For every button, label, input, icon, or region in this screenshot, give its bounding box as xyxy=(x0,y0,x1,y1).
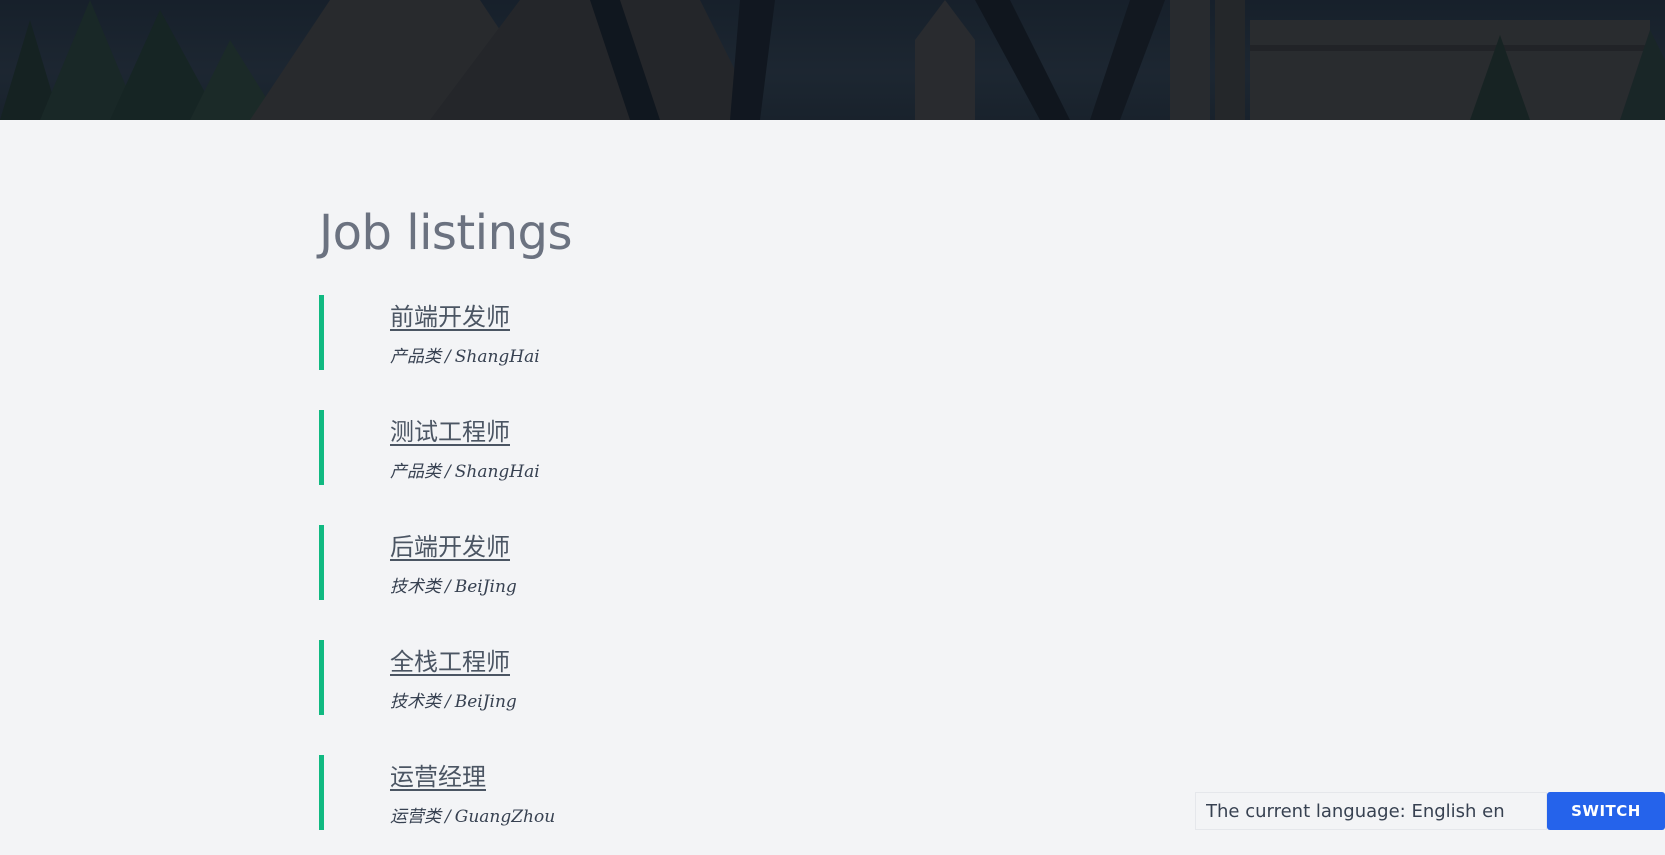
job-location: BeiJing xyxy=(454,576,517,597)
job-title-link[interactable]: 测试工程师 xyxy=(390,412,510,447)
job-category: 产品类 xyxy=(390,461,441,482)
current-language-field[interactable] xyxy=(1195,792,1547,830)
job-location: BeiJing xyxy=(454,691,517,712)
castle-photo xyxy=(0,0,1665,120)
job-location: ShangHai xyxy=(454,461,540,482)
job-location: ShangHai xyxy=(454,346,540,367)
job-item: 前端开发师 产品类 / ShangHai xyxy=(319,294,1219,370)
job-title-link[interactable]: 后端开发师 xyxy=(390,527,510,562)
job-meta: 产品类 / ShangHai xyxy=(390,346,540,367)
page: Job listings 前端开发师 产品类 / ShangHai 测试工程师 产品… xyxy=(0,0,1665,855)
job-meta: 技术类 / BeiJing xyxy=(390,576,517,597)
job-item: 运营经理 运营类 / GuangZhou xyxy=(319,754,1219,830)
job-title-link[interactable]: 运营经理 xyxy=(390,757,486,792)
language-switcher: SWITCH xyxy=(1195,792,1665,830)
page-title: Job listings xyxy=(319,205,572,261)
job-list: 前端开发师 产品类 / ShangHai 测试工程师 产品类 / ShangHai 后端… xyxy=(319,294,1219,830)
job-category: 技术类 xyxy=(390,576,441,597)
job-item: 测试工程师 产品类 / ShangHai xyxy=(319,409,1219,485)
job-location: GuangZhou xyxy=(454,806,556,827)
job-title-link[interactable]: 全栈工程师 xyxy=(390,642,510,677)
job-listings-section: Job listings 前端开发师 产品类 / ShangHai 测试工程师 产品… xyxy=(319,205,1219,855)
switch-language-button[interactable]: SWITCH xyxy=(1547,792,1665,830)
job-category: 运营类 xyxy=(390,806,441,827)
job-item: 后端开发师 技术类 / BeiJing xyxy=(319,524,1219,600)
job-meta: 运营类 / GuangZhou xyxy=(390,806,556,827)
job-meta: 技术类 / BeiJing xyxy=(390,691,517,712)
job-item: 全栈工程师 技术类 / BeiJing xyxy=(319,639,1219,715)
job-meta: 产品类 / ShangHai xyxy=(390,461,540,482)
hero-banner-image xyxy=(0,0,1665,120)
job-title-link[interactable]: 前端开发师 xyxy=(390,297,510,332)
job-category: 技术类 xyxy=(390,691,441,712)
job-category: 产品类 xyxy=(390,346,441,367)
